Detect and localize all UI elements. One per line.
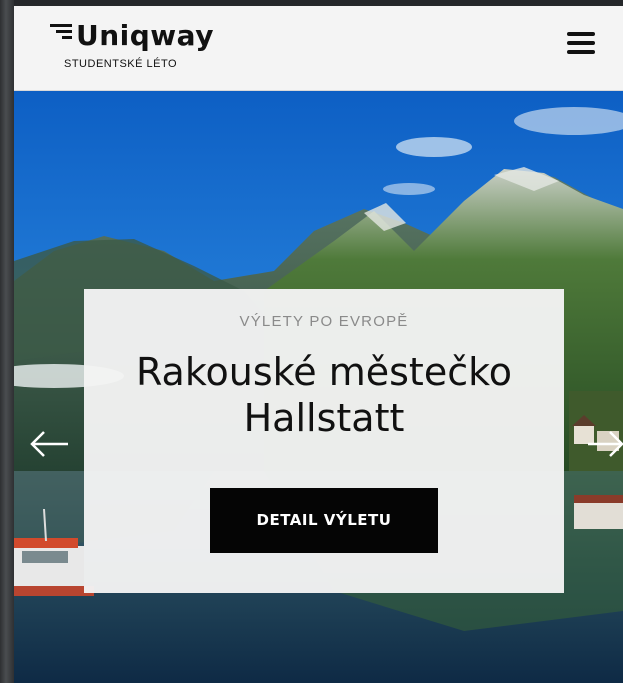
hamburger-menu-icon[interactable]: [567, 32, 597, 58]
slide-title-line-2: Hallstatt: [243, 396, 405, 440]
brand-name: Uniqway: [76, 19, 214, 52]
slider-next-button[interactable]: [584, 429, 623, 459]
logo-speed-lines-icon: [50, 24, 72, 39]
mobile-viewport: Uniqway STUDENTSKÉ LÉTO VÝLETY PO EVROPĚ…: [14, 6, 623, 683]
slide-category: VÝLETY PO EVROPĚ: [239, 313, 409, 330]
trip-detail-button[interactable]: DETAIL VÝLETU: [210, 488, 438, 553]
site-header: Uniqway STUDENTSKÉ LÉTO: [14, 6, 623, 91]
slide-title-line-1: Rakouské městečko: [135, 350, 512, 394]
hero-slider: VÝLETY PO EVROPĚ Rakouské městečko Halls…: [14, 91, 623, 683]
arrow-left-icon: [30, 431, 68, 457]
arrow-right-icon: [588, 431, 623, 457]
slide-title: Rakouské městečko Hallstatt: [84, 349, 564, 441]
brand-logo[interactable]: Uniqway STUDENTSKÉ LÉTO: [48, 18, 218, 80]
brand-tagline: STUDENTSKÉ LÉTO: [64, 58, 178, 70]
slider-prev-button[interactable]: [28, 429, 72, 459]
slide-caption-card: VÝLETY PO EVROPĚ Rakouské městečko Halls…: [84, 289, 564, 593]
